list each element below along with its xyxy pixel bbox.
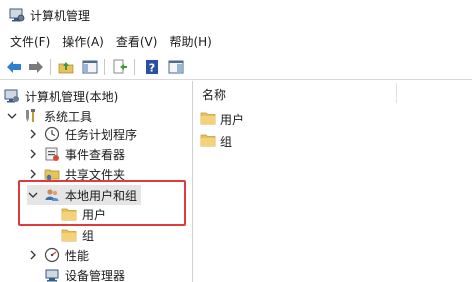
column-header-name[interactable]: 名称 [202,86,226,103]
list-item-groups[interactable]: 组 [200,131,232,151]
list-header: 名称 [194,81,472,105]
window-title: 计算机管理 [30,9,91,23]
menu-view[interactable]: 查看(V) [110,31,164,53]
folder-icon [200,133,216,149]
tree-item-task-scheduler[interactable]: 任务计划程序 [27,124,137,144]
menu-action[interactable]: 操作(A) [56,31,110,53]
content-list: 名称 用户 组 [194,81,472,282]
properties-icon[interactable] [166,57,186,77]
tree-item-performance[interactable]: 性能 [27,245,89,265]
back-icon[interactable] [4,57,24,77]
tree-item-label: 系统工具 [44,109,93,124]
toolbar-separator [134,59,135,75]
forward-icon[interactable] [26,57,46,77]
toolbar: ? [0,54,472,80]
chevron-down-icon[interactable] [6,110,18,122]
column-separator[interactable] [396,83,397,103]
event-viewer-icon [44,146,60,162]
toolbar-separator [104,59,105,75]
folder-icon [200,111,216,127]
tree-item-label: 任务计划程序 [65,127,138,142]
chevron-right-icon[interactable] [27,249,39,261]
chevron-right-icon[interactable] [27,128,39,140]
tree-item-computer-management[interactable]: 计算机管理(本地) [4,86,118,106]
list-item-users[interactable]: 用户 [200,109,244,129]
show-hide-tree-icon[interactable] [80,57,100,77]
chevron-right-icon[interactable] [27,168,39,180]
tree-item-groups[interactable]: 组 [61,225,94,245]
folder-icon [61,227,77,243]
tree-item-label: 组 [82,228,95,243]
tree-item-device-manager[interactable]: 设备管理器 [44,265,125,282]
device-manager-icon [44,267,60,282]
performance-icon [44,247,60,263]
svg-text:?: ? [149,62,155,75]
tree-item-system-tools[interactable]: 系统工具 [6,106,92,126]
tree-item-label: 设备管理器 [65,268,126,282]
system-tools-icon [23,108,39,124]
toolbar-separator [50,59,51,75]
computer-management-icon [4,88,20,104]
tree-item-label: 计算机管理(本地) [25,89,119,104]
chevron-right-icon[interactable] [27,148,39,160]
task-scheduler-icon [44,126,60,142]
list-item-label: 用户 [220,112,245,127]
menu-file[interactable]: 文件(F) [4,31,56,53]
highlight-box [18,180,186,226]
menu-help[interactable]: 帮助(H) [163,31,217,53]
tree-item-event-viewer[interactable]: 事件查看器 [27,144,125,164]
list-item-label: 组 [220,134,233,149]
tree-item-label: 性能 [65,248,90,263]
up-folder-icon[interactable] [56,57,76,77]
title-bar: 计算机管理 [0,0,472,30]
tree-item-label: 事件查看器 [65,147,126,162]
menu-bar: 文件(F) 操作(A) 查看(V) 帮助(H) [0,31,472,53]
export-list-icon[interactable] [110,57,130,77]
help-icon[interactable]: ? [142,57,162,77]
computer-management-app-icon [9,7,25,23]
